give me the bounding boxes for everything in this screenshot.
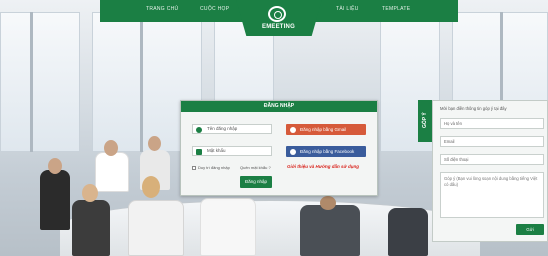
facebook-login-label: Đăng nhập bằng Facebook: [300, 149, 355, 154]
forgot-password-link[interactable]: Quên mật khẩu ?: [240, 165, 271, 170]
feedback-intro: Mời bạn điền thông tin góp ý tại đây: [440, 106, 507, 111]
person: [388, 208, 428, 256]
lock-icon: [196, 148, 202, 155]
nav-item-template[interactable]: TEMPLATE: [382, 6, 410, 12]
nav-item-documents[interactable]: TÀI LIỆU: [336, 6, 359, 12]
person: [40, 170, 70, 230]
person: [72, 200, 110, 256]
logo-text: EMEETING: [262, 24, 295, 30]
remember-checkbox[interactable]: [192, 165, 196, 170]
login-button[interactable]: Đăng nhập: [240, 176, 272, 188]
window-frame: [140, 12, 143, 152]
facebook-login-button[interactable]: Đăng nhập bằng Facebook: [286, 146, 366, 157]
password-placeholder: Mật khẩu: [207, 148, 226, 153]
person-head: [104, 140, 118, 156]
person: [200, 198, 256, 256]
remember-label: Duy trì đăng nhập: [198, 165, 230, 170]
password-field[interactable]: Mật khẩu: [192, 146, 272, 156]
name-field[interactable]: Họ và tên: [440, 118, 544, 129]
person: [95, 152, 129, 192]
email-field[interactable]: Email: [440, 136, 544, 147]
feedback-tab[interactable]: GÓP Ý: [418, 100, 432, 142]
person-head: [48, 158, 62, 174]
nav-item-home[interactable]: TRANG CHỦ: [146, 6, 178, 12]
person-head: [148, 136, 161, 151]
person-head: [320, 196, 336, 210]
send-feedback-button[interactable]: Gửi: [516, 224, 544, 235]
login-title: ĐĂNG NHẬP: [181, 101, 377, 112]
remember-me[interactable]: Duy trì đăng nhập: [192, 165, 230, 170]
person-head: [82, 184, 98, 202]
nav-item-meetings[interactable]: CUỘC HỌP: [200, 6, 229, 12]
username-placeholder: Tên đăng nhập: [207, 126, 238, 131]
window-frame: [30, 12, 33, 152]
gmail-login-button[interactable]: Đăng nhập bằng Gmail: [286, 124, 366, 135]
window: [0, 12, 80, 152]
person-head: [142, 176, 160, 198]
emeeting-logo-icon: [268, 6, 286, 22]
phone-field[interactable]: Số điện thoại: [440, 154, 544, 165]
user-icon: [196, 126, 202, 133]
person: [128, 200, 184, 256]
gmail-login-label: Đăng nhập bằng Gmail: [300, 127, 347, 132]
intro-guide-link[interactable]: Giới thiệu và Hướng dẫn sử dụng: [287, 164, 359, 169]
person: [300, 205, 360, 256]
gmail-icon: [290, 126, 296, 133]
feedback-message-field[interactable]: Góp ý (Bạn vui lòng soạn nội dung bằng t…: [440, 172, 544, 218]
username-field[interactable]: Tên đăng nhập: [192, 124, 272, 134]
facebook-icon: [290, 148, 296, 155]
feedback-tab-label: GÓP Ý: [422, 112, 428, 128]
